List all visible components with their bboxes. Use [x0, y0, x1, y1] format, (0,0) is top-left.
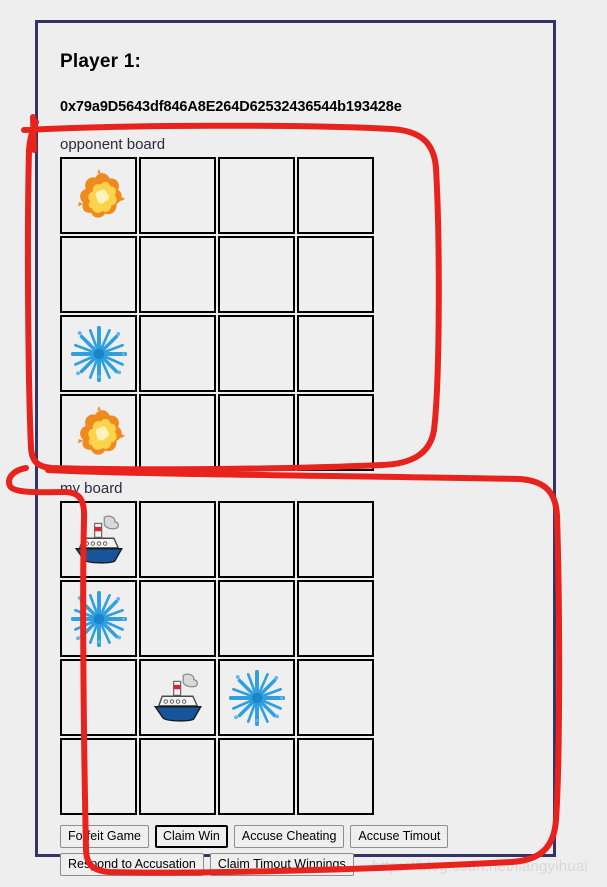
claim-win-button[interactable]: Claim Win	[154, 825, 228, 848]
opponent-row	[60, 315, 543, 394]
my-cell-1-1[interactable]	[139, 580, 216, 657]
annotation-tick	[30, 114, 37, 153]
my-row	[60, 580, 543, 659]
opponent-cell-2-3[interactable]	[297, 315, 374, 392]
opponent-row	[60, 157, 543, 236]
my-row	[60, 659, 543, 738]
opponent-cell-1-0[interactable]	[60, 236, 137, 313]
claim-timout-winnings-button[interactable]: Claim Timout Winnings	[209, 853, 354, 876]
opponent-cell-3-2[interactable]	[218, 394, 295, 471]
action-button-bar: Forfeit Game Claim Win Accuse Cheating Accu…	[60, 825, 530, 876]
explosion-icon	[77, 405, 125, 455]
opponent-cell-0-0[interactable]	[60, 157, 137, 234]
ship-icon	[153, 673, 202, 722]
my-board-label: my board	[60, 480, 123, 497]
opponent-cell-0-3[interactable]	[297, 157, 374, 234]
respond-to-accusation-button[interactable]: Respond to Accusation	[60, 853, 204, 876]
my-cell-2-1[interactable]	[139, 659, 216, 736]
my-cell-1-3[interactable]	[297, 580, 374, 657]
my-cell-0-0[interactable]	[60, 501, 137, 578]
opponent-cell-1-1[interactable]	[139, 236, 216, 313]
my-cell-3-2[interactable]	[218, 738, 295, 815]
opponent-cell-0-2[interactable]	[218, 157, 295, 234]
my-cell-0-3[interactable]	[297, 501, 374, 578]
game-panel: Player 1: 0x79a9D5643df846A8E264D6253243…	[35, 20, 556, 876]
opponent-cell-3-0[interactable]	[60, 394, 137, 471]
my-board	[60, 501, 543, 817]
opponent-cell-3-1[interactable]	[139, 394, 216, 471]
my-cell-1-2[interactable]	[218, 580, 295, 657]
my-cell-2-3[interactable]	[297, 659, 374, 736]
opponent-row	[60, 394, 543, 473]
opponent-row	[60, 236, 543, 315]
page-title: Player 1:	[60, 51, 142, 72]
my-row	[60, 501, 543, 580]
my-cell-1-0[interactable]	[60, 580, 137, 657]
opponent-cell-2-0[interactable]	[60, 315, 137, 392]
ship-icon	[74, 515, 123, 564]
accuse-cheating-button[interactable]: Accuse Cheating	[233, 825, 345, 848]
forfeit-game-button[interactable]: Forfeit Game	[60, 825, 149, 848]
my-cell-3-3[interactable]	[297, 738, 374, 815]
my-cell-3-0[interactable]	[60, 738, 137, 815]
opponent-cell-2-1[interactable]	[139, 315, 216, 392]
opponent-board-label: opponent board	[60, 136, 166, 153]
my-cell-2-0[interactable]	[60, 659, 137, 736]
opponent-cell-2-2[interactable]	[218, 315, 295, 392]
my-cell-0-2[interactable]	[218, 501, 295, 578]
splash-icon	[70, 325, 127, 382]
opponent-cell-3-3[interactable]	[297, 394, 374, 471]
splash-icon	[70, 590, 127, 647]
opponent-cell-1-3[interactable]	[297, 236, 374, 313]
my-cell-0-1[interactable]	[139, 501, 216, 578]
player-address: 0x79a9D5643df846A8E264D62532436544b19342…	[60, 99, 402, 115]
panel-content: Player 1: 0x79a9D5643df846A8E264D6253243…	[60, 51, 543, 876]
explosion-icon	[77, 168, 125, 218]
opponent-cell-0-1[interactable]	[139, 157, 216, 234]
my-cell-3-1[interactable]	[139, 738, 216, 815]
opponent-cell-1-2[interactable]	[218, 236, 295, 313]
opponent-board	[60, 157, 543, 473]
my-row	[60, 738, 543, 817]
my-cell-2-2[interactable]	[218, 659, 295, 736]
accuse-timout-button[interactable]: Accuse Timout	[350, 825, 449, 848]
splash-icon	[228, 669, 285, 726]
